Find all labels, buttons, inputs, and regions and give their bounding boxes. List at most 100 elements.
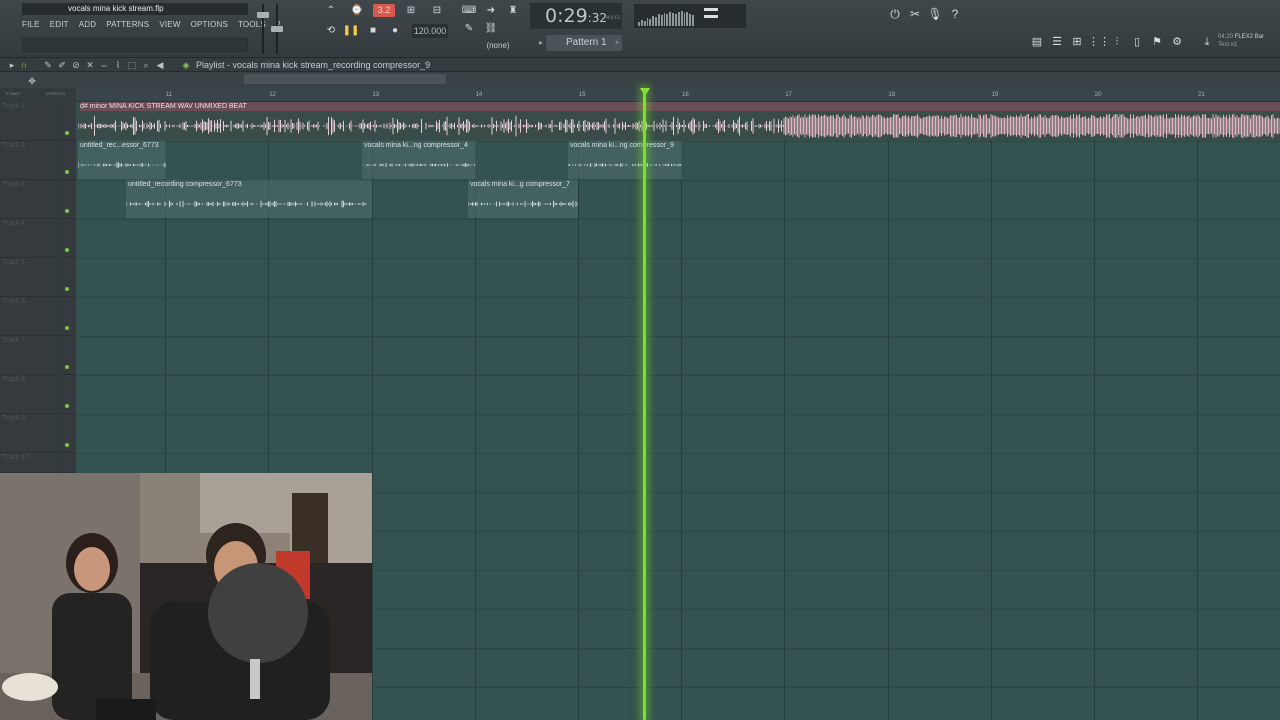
- track-mute-led[interactable]: [65, 170, 69, 174]
- audio-clip-track2-a[interactable]: untitled_rec...essor_6773: [78, 141, 166, 179]
- eq-icon[interactable]: ⫶: [1108, 34, 1126, 50]
- help-icon[interactable]: ?: [946, 6, 964, 22]
- menu-patterns[interactable]: PATTERNS: [106, 18, 149, 32]
- time-display[interactable]: 0:29:32 M:S:CS: [530, 3, 622, 29]
- snap-selector[interactable]: (none): [478, 40, 518, 52]
- pattern-add-icon[interactable]: +: [612, 35, 622, 51]
- track-mute-led[interactable]: [65, 209, 69, 213]
- clip-label: untitled_rec...essor_6773: [80, 142, 159, 149]
- pause-button[interactable]: ❚❚: [342, 24, 360, 38]
- tools-icon[interactable]: ✂: [906, 6, 924, 22]
- step-arrow-icon[interactable]: ➜: [482, 4, 500, 18]
- recording-icon[interactable]: ♜: [504, 4, 522, 18]
- menu-add[interactable]: ADD: [79, 18, 97, 32]
- pattern-prev-arrow[interactable]: ▸: [536, 35, 546, 51]
- clip-label: vocals mina ki...ng compressor_9: [570, 142, 674, 149]
- channel-rack-icon[interactable]: ⊞: [1068, 34, 1086, 50]
- horizontal-scrollbar[interactable]: [0, 72, 1280, 88]
- track-header[interactable]: Track 1: [0, 102, 76, 141]
- track-mute-led[interactable]: [65, 131, 69, 135]
- track-header[interactable]: Track 8: [0, 375, 76, 414]
- ruler-tick: 21: [1198, 92, 1205, 98]
- link-icon[interactable]: ⛓: [482, 22, 500, 36]
- timeline-ruler[interactable]: 11 12 13 14 15 16 17 18 19 20 21: [76, 88, 1280, 102]
- loop-icon[interactable]: ⟲: [322, 24, 340, 38]
- slip-tool-icon[interactable]: ⇔: [98, 58, 110, 72]
- plugin-preview[interactable]: 04:20 FLEX2 Bar Test #1: [1218, 33, 1280, 49]
- stop-button[interactable]: ■: [364, 24, 382, 38]
- audio-clip-track3-b[interactable]: vocals mina ki...g compressor_7: [468, 180, 578, 218]
- record-button[interactable]: ●: [386, 24, 404, 38]
- track-name: Track 9: [2, 415, 26, 422]
- clip-label: d# minor MINA KICK STREAM WAV UNMIXED BE…: [80, 102, 1280, 111]
- ruler-tick: 12: [269, 92, 276, 98]
- paint-tool-icon[interactable]: ✐: [56, 58, 68, 72]
- track-mute-led[interactable]: [65, 443, 69, 447]
- audio-clip-track2-c[interactable]: vocals mina ki...ng compressor_9: [568, 141, 682, 179]
- step-edit-icon[interactable]: ⊞: [402, 4, 420, 18]
- magnet-icon[interactable]: ∩: [18, 58, 30, 72]
- draw-tool-icon[interactable]: ✎: [42, 58, 54, 72]
- wrench-icon[interactable]: ⚙: [1168, 34, 1186, 50]
- menu-options[interactable]: OPTIONS: [191, 18, 228, 32]
- track-divider: [76, 453, 1280, 454]
- browser-icon[interactable]: ▯: [1128, 34, 1146, 50]
- tempo-display[interactable]: 120.000: [412, 24, 448, 38]
- menu-file[interactable]: FILE: [22, 18, 40, 32]
- scrollbar-thumb[interactable]: [244, 74, 446, 84]
- track-mute-led[interactable]: [65, 287, 69, 291]
- mic-icon[interactable]: 🎙: [926, 6, 944, 22]
- clip-label: vocals mina ki...g compressor_7: [470, 181, 570, 188]
- track-header[interactable]: Track 9: [0, 414, 76, 453]
- plugin-picker-icon[interactable]: ⚑: [1148, 34, 1166, 50]
- piano-roll-icon[interactable]: ☰: [1048, 34, 1066, 50]
- track-divider: [76, 219, 1280, 220]
- slice-tool-icon[interactable]: ⌇: [112, 58, 124, 72]
- track-header[interactable]: Track 7: [0, 336, 76, 375]
- track-header[interactable]: Track 6: [0, 297, 76, 336]
- track-mute-led[interactable]: [65, 365, 69, 369]
- mixer-icon[interactable]: ⋮⋮: [1088, 34, 1110, 50]
- menu-edit[interactable]: EDIT: [50, 18, 69, 32]
- audio-clip-beat[interactable]: d# minor MINA KICK STREAM WAV UNMIXED BE…: [78, 102, 1280, 140]
- blend-notes-icon[interactable]: ⊟: [428, 4, 446, 18]
- move-arrows-icon[interactable]: ✥: [26, 74, 38, 88]
- track-mute-led[interactable]: [65, 404, 69, 408]
- bar-gridline: [1197, 102, 1199, 720]
- zoom-tool-icon[interactable]: ⌕: [140, 58, 152, 72]
- playback-tool-icon[interactable]: ◀: [154, 58, 166, 72]
- menu-view[interactable]: VIEW: [159, 18, 180, 32]
- playlist-arrow-icon[interactable]: ▸: [6, 58, 18, 72]
- track-mute-led[interactable]: [65, 248, 69, 252]
- track-mute-led[interactable]: [65, 326, 69, 330]
- pattern-selector[interactable]: Pattern 1: [546, 35, 622, 51]
- countdown-icon[interactable]: ⌚: [348, 4, 366, 18]
- ruler-tick: 19: [991, 92, 999, 98]
- track-header[interactable]: Track 2: [0, 141, 76, 180]
- song-position-display[interactable]: 3.2: [373, 4, 395, 17]
- playhead-line: [643, 88, 646, 720]
- power-icon[interactable]: ⏻: [886, 6, 904, 22]
- download-icon[interactable]: ⤓: [1198, 34, 1216, 50]
- ruler-tick: 18: [888, 92, 896, 98]
- select-tool-icon[interactable]: ⬚: [126, 58, 138, 72]
- delete-tool-icon[interactable]: ⊘: [70, 58, 82, 72]
- track-name: Track 6: [2, 298, 26, 305]
- ruler-tick: 13: [372, 92, 380, 98]
- audio-clip-track2-b[interactable]: vocals mina ki...ng compressor_4: [362, 141, 476, 179]
- ruler-tick: 16: [682, 92, 689, 98]
- master-pitch-slider[interactable]: [270, 4, 284, 54]
- draw-icon[interactable]: ✎: [460, 22, 478, 36]
- waveform: [362, 163, 475, 167]
- track-header[interactable]: Track 5: [0, 258, 76, 297]
- waveform: [78, 114, 1280, 138]
- audio-clip-track3-a[interactable]: untitled_recording compressor_6773: [126, 180, 372, 218]
- track-header[interactable]: Track 4: [0, 219, 76, 258]
- typing-keyboard-icon[interactable]: ⌨: [460, 4, 478, 18]
- track-header[interactable]: Track 3: [0, 180, 76, 219]
- playlist-window-icon[interactable]: ▤: [1028, 34, 1046, 50]
- metronome-icon[interactable]: ⌃: [322, 4, 340, 18]
- mute-tool-icon[interactable]: ✕: [84, 58, 96, 72]
- master-volume-slider[interactable]: [256, 4, 270, 54]
- pattern-clip-icon[interactable]: ◈: [180, 58, 192, 72]
